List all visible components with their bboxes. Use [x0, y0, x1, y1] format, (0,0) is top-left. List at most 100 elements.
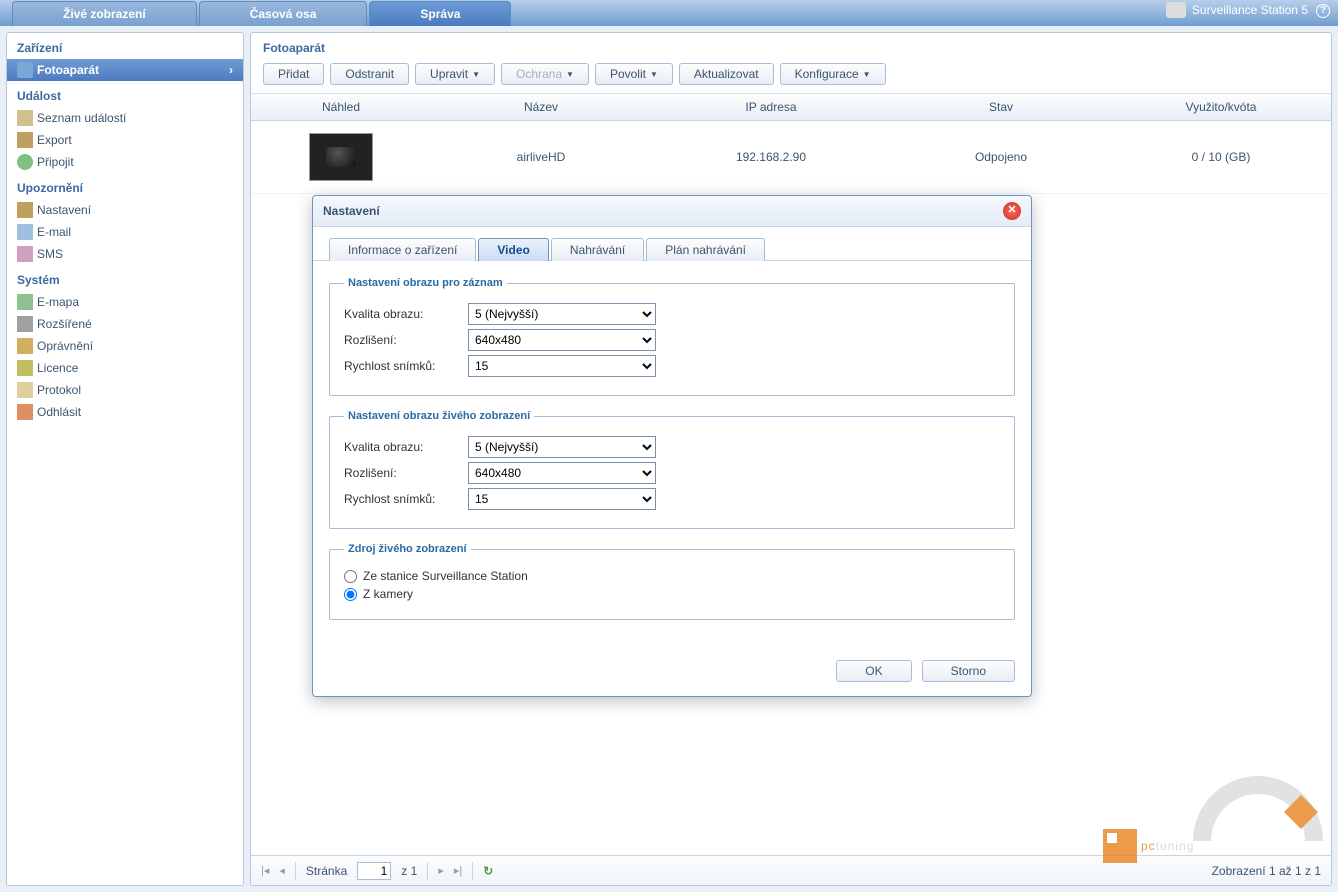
ic-log-icon [17, 382, 33, 398]
close-icon[interactable]: ✕ [1003, 202, 1021, 220]
cell-usage: 0 / 10 (GB) [1111, 144, 1331, 170]
sidebar-item[interactable]: Seznam událostí [7, 107, 243, 129]
ic-lic-icon [17, 360, 33, 376]
live-quality-label: Kvalita obrazu: [344, 440, 468, 454]
ic-export-icon [17, 132, 33, 148]
sidebar-section: Zařízení [7, 33, 243, 59]
ic-map-icon [17, 294, 33, 310]
sidebar-item[interactable]: Oprávnění [7, 335, 243, 357]
sidebar-item[interactable]: E-mapa [7, 291, 243, 313]
app-title: Surveillance Station 5 [1166, 2, 1308, 18]
source-camera-label: Z kamery [363, 587, 413, 601]
rec-fps-select[interactable]: 15 [468, 355, 656, 377]
source-station-label: Ze stanice Surveillance Station [363, 569, 528, 583]
camera-thumbnail [309, 133, 373, 181]
sidebar-item[interactable]: E-mail [7, 221, 243, 243]
chevron-down-icon: ▼ [472, 70, 480, 79]
toolbar-button[interactable]: Ochrana▼ [501, 63, 589, 85]
recording-image-fieldset: Nastavení obrazu pro záznam Kvalita obra… [329, 277, 1015, 396]
next-page-icon[interactable]: ▸ [438, 864, 444, 877]
first-page-icon[interactable]: |◂ [261, 864, 269, 877]
cancel-button[interactable]: Storno [922, 660, 1015, 682]
sidebar-item-label: Export [37, 133, 72, 147]
chevron-down-icon: ▼ [566, 70, 574, 79]
sidebar-section: Systém [7, 265, 243, 291]
toolbar-button[interactable]: Odstranit [330, 63, 409, 85]
sidebar-item-label: Protokol [37, 383, 81, 397]
page-input[interactable] [357, 862, 391, 880]
col-ip[interactable]: IP adresa [651, 94, 891, 120]
sidebar-item[interactable]: Nastavení [7, 199, 243, 221]
toolbar-button[interactable]: Aktualizovat [679, 63, 774, 85]
rec-quality-label: Kvalita obrazu: [344, 307, 468, 321]
live-res-select[interactable]: 640x480 [468, 462, 656, 484]
col-preview[interactable]: Náhled [251, 94, 431, 120]
sidebar-section: Upozornění [7, 173, 243, 199]
ic-logout-icon [17, 404, 33, 420]
col-status[interactable]: Stav [891, 94, 1111, 120]
live-fps-select[interactable]: 15 [468, 488, 656, 510]
sidebar: ZařízeníFotoaparát›UdálostSeznam událost… [6, 32, 244, 886]
dialog-tab-0[interactable]: Informace o zařízení [329, 238, 476, 261]
dialog-title: Nastavení [323, 204, 380, 218]
rec-res-label: Rozlišení: [344, 333, 468, 347]
toolbar-button[interactable]: Konfigurace▼ [780, 63, 886, 85]
top-tab-2[interactable]: Správa [369, 1, 511, 26]
ic-sms-icon [17, 246, 33, 262]
ic-connect-icon [17, 154, 33, 170]
sidebar-item[interactable]: SMS [7, 243, 243, 265]
fs3-legend: Zdroj živého zobrazení [344, 543, 471, 555]
ic-ext-icon [17, 316, 33, 332]
page-label: Stránka [306, 864, 347, 878]
refresh-icon[interactable]: ↻ [483, 864, 493, 878]
help-icon[interactable]: ? [1316, 4, 1330, 18]
dialog-tab-3[interactable]: Plán nahrávání [646, 238, 765, 261]
pager: |◂ ◂ Stránka z 1 ▸ ▸| ↻ Zobrazení 1 až 1… [251, 855, 1331, 885]
rec-quality-select[interactable]: 5 (Nejvyšší) [468, 303, 656, 325]
fs1-legend: Nastavení obrazu pro záznam [344, 277, 507, 289]
top-tab-0[interactable]: Živé zobrazení [12, 1, 197, 26]
sidebar-item-label: Nastavení [37, 203, 91, 217]
sidebar-item-label: SMS [37, 247, 63, 261]
sidebar-item[interactable]: Odhlásit [7, 401, 243, 423]
col-usage[interactable]: Využito/kvóta [1111, 94, 1331, 120]
live-quality-select[interactable]: 5 (Nejvyšší) [468, 436, 656, 458]
col-name[interactable]: Název [431, 94, 651, 120]
sidebar-item-label: Oprávnění [37, 339, 93, 353]
sidebar-item-label: Fotoaparát [37, 63, 99, 77]
source-camera-radio[interactable] [344, 588, 357, 601]
sidebar-item[interactable]: Fotoaparát › [7, 59, 243, 81]
sidebar-item[interactable]: Připojit [7, 151, 243, 173]
chevron-down-icon: ▼ [863, 70, 871, 79]
rec-res-select[interactable]: 640x480 [468, 329, 656, 351]
ok-button[interactable]: OK [836, 660, 911, 682]
last-page-icon[interactable]: ▸| [454, 864, 462, 877]
ic-perm-icon [17, 338, 33, 354]
dialog-tab-1[interactable]: Video [478, 238, 548, 261]
chevron-right-icon: › [229, 63, 233, 77]
cell-status: Odpojeno [891, 144, 1111, 170]
dialog-tab-2[interactable]: Nahrávání [551, 238, 644, 261]
sidebar-item[interactable]: Export [7, 129, 243, 151]
prev-page-icon[interactable]: ◂ [279, 864, 285, 877]
live-fps-label: Rychlost snímků: [344, 492, 468, 506]
top-bar: Živé zobrazeníČasová osaSpráva Surveilla… [0, 0, 1338, 26]
ic-settings-icon [17, 202, 33, 218]
sidebar-item-label: Rozšířené [37, 317, 92, 331]
cell-name: airliveHD [431, 144, 651, 170]
table-row[interactable]: airliveHD192.168.2.90Odpojeno0 / 10 (GB) [251, 121, 1331, 194]
source-station-radio[interactable] [344, 570, 357, 583]
sidebar-item[interactable]: Rozšířené [7, 313, 243, 335]
toolbar-button[interactable]: Upravit▼ [415, 63, 495, 85]
live-res-label: Rozlišení: [344, 466, 468, 480]
camera-icon [1166, 2, 1186, 18]
sidebar-item-label: Licence [37, 361, 78, 375]
sidebar-item[interactable]: Licence [7, 357, 243, 379]
top-tab-1[interactable]: Časová osa [199, 1, 368, 26]
sidebar-item[interactable]: Protokol [7, 379, 243, 401]
toolbar-button[interactable]: Přidat [263, 63, 324, 85]
live-image-fieldset: Nastavení obrazu živého zobrazení Kvalit… [329, 410, 1015, 529]
sidebar-item-label: Odhlásit [37, 405, 81, 419]
sidebar-item-label: E-mail [37, 225, 71, 239]
toolbar-button[interactable]: Povolit▼ [595, 63, 673, 85]
